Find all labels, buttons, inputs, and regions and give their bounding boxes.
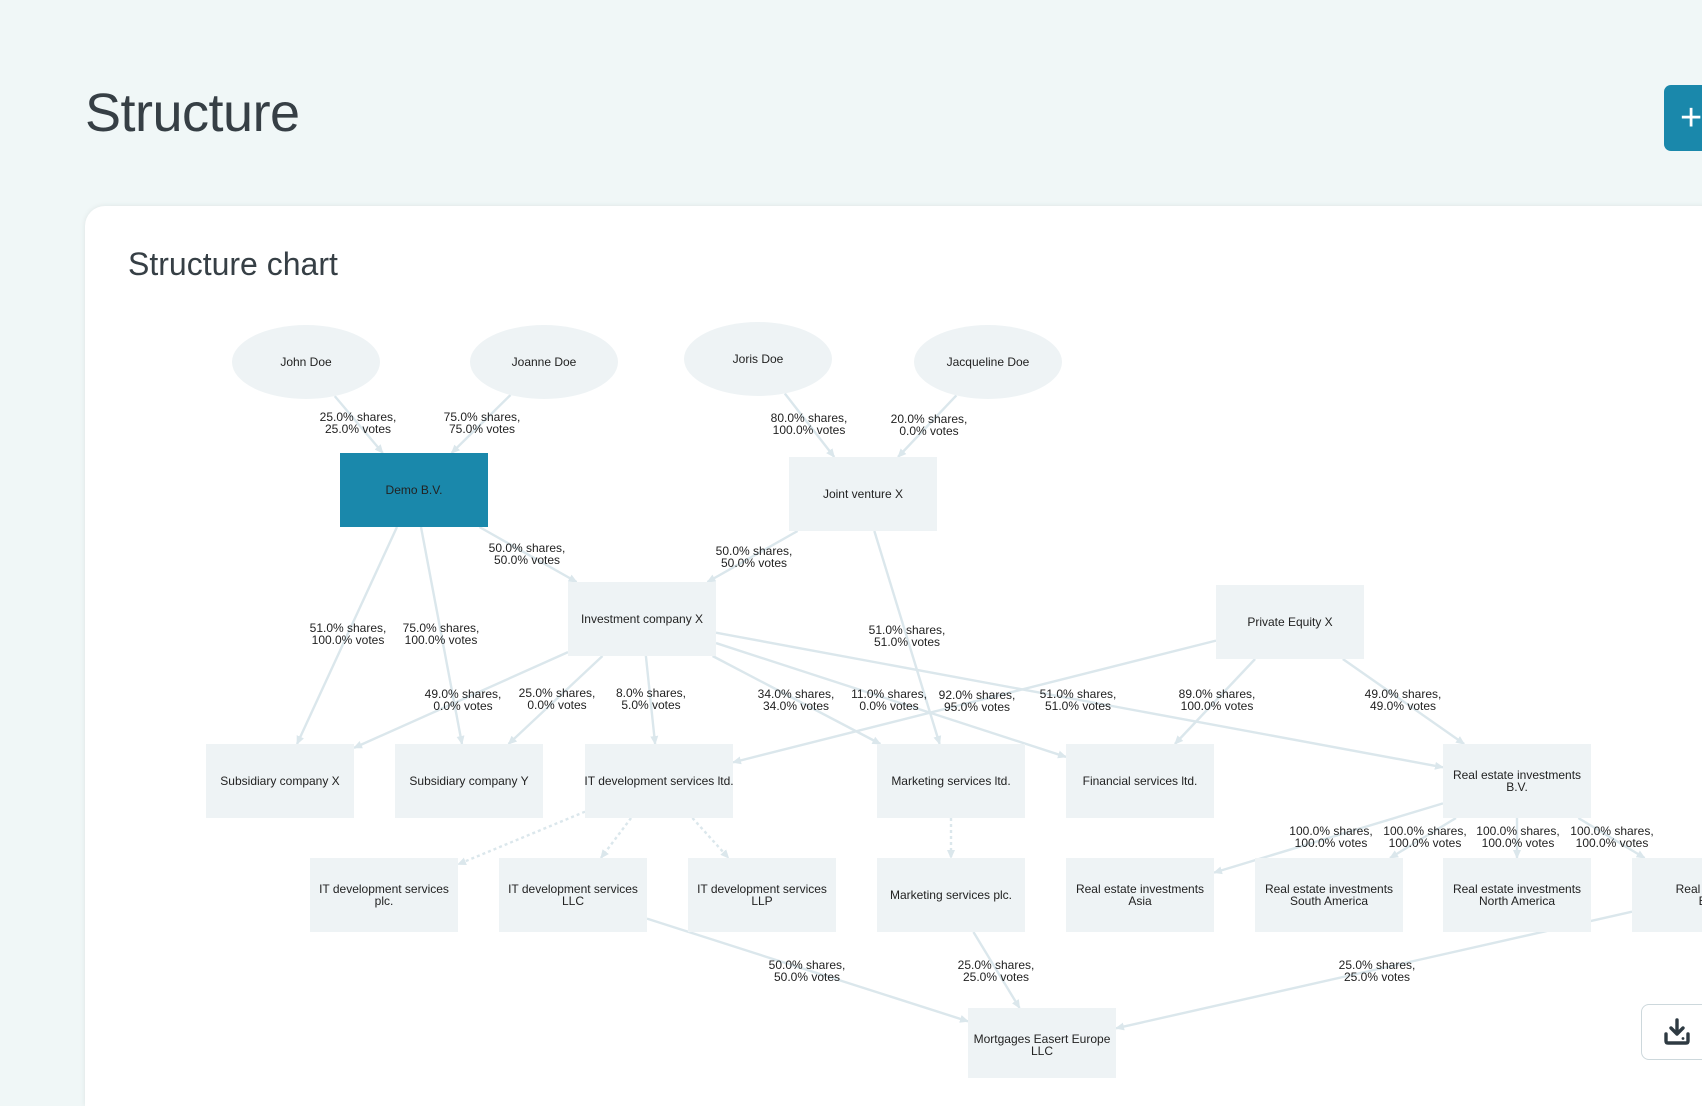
node-jacqueline[interactable]: Jacqueline Doe	[914, 325, 1062, 399]
download-icon	[1664, 1018, 1690, 1045]
node-demo[interactable]: Demo B.V.	[340, 453, 488, 527]
edge-label-demo-to-inv: 50.0% shares, 50.0% votes	[489, 541, 566, 567]
node-label-joanne: Joanne Doe	[512, 355, 577, 369]
node-label-jv: Joint venture X	[823, 487, 903, 501]
edge-label-reeu-to-mortg: 25.0% shares, 25.0% votes	[1339, 958, 1416, 984]
node-label-jacqueline: Jacqueline Doe	[947, 355, 1030, 369]
edge-label-rebv-to-reasia: 100.0% shares, 100.0% votes	[1289, 824, 1372, 850]
edge-itltd-to-itllp	[691, 817, 730, 859]
download-button[interactable]	[1641, 1004, 1702, 1060]
node-label-inv: Investment company X	[581, 612, 703, 626]
node-resa[interactable]: Real estate investments South America	[1255, 858, 1403, 932]
edge-label-jv-to-inv: 50.0% shares, 50.0% votes	[716, 544, 793, 570]
edge-label-inv-to-finltd: 11.0% shares, 0.0% votes	[851, 687, 927, 713]
node-label-pe: Private Equity X	[1247, 615, 1332, 629]
edge-itltd-to-itllc	[599, 817, 633, 859]
node-mktltd[interactable]: Marketing services ltd.	[877, 744, 1025, 818]
edge-itltd-to-itplc	[457, 810, 586, 866]
node-finltd[interactable]: Financial services ltd.	[1066, 744, 1214, 818]
node-label-itltd: IT development services ltd.	[584, 774, 733, 788]
node-rena[interactable]: Real estate investments North America	[1443, 858, 1591, 932]
node-label-mktltd: Marketing services ltd.	[891, 774, 1010, 788]
node-itllc[interactable]: IT development services LLC	[499, 858, 647, 932]
edge-label-inv-to-itltd: 8.0% shares, 5.0% votes	[616, 686, 686, 712]
node-label-mktplc: Marketing services plc.	[890, 888, 1012, 902]
edge-label-pe-to-itltd: 92.0% shares, 95.0% votes	[939, 688, 1016, 714]
edge-label-rebv-to-resa: 100.0% shares, 100.0% votes	[1383, 824, 1466, 850]
edge-label-jv-to-mktltd: 51.0% shares, 51.0% votes	[869, 623, 946, 649]
node-label-subx: Subsidiary company X	[220, 774, 339, 788]
node-reeu[interactable]: Real estateEu	[1632, 858, 1702, 932]
edge-label-rebv-to-rena: 100.0% shares, 100.0% votes	[1476, 824, 1559, 850]
node-itllp[interactable]: IT development services LLP	[688, 858, 836, 932]
node-mktplc[interactable]: Marketing services plc.	[877, 858, 1025, 932]
node-rebv[interactable]: Real estate investments B.V.	[1443, 744, 1591, 818]
node-reasia[interactable]: Real estate investments Asia	[1066, 858, 1214, 932]
node-label-demo: Demo B.V.	[386, 483, 443, 497]
node-suby[interactable]: Subsidiary company Y	[395, 744, 543, 818]
node-itltd[interactable]: IT development services ltd.	[584, 744, 734, 818]
node-label-joris: Joris Doe	[733, 352, 784, 366]
edge-label-itllc-to-mortg: 50.0% shares, 50.0% votes	[769, 958, 846, 984]
edge-label-john-to-demo: 25.0% shares, 25.0% votes	[320, 410, 397, 436]
edge-label-joanne-to-demo: 75.0% shares, 75.0% votes	[444, 410, 521, 436]
edge-label-joris-to-jv: 80.0% shares, 100.0% votes	[771, 411, 848, 437]
edge-label-pe-to-finltd: 89.0% shares, 100.0% votes	[1179, 687, 1256, 713]
node-inv[interactable]: Investment company X	[568, 582, 716, 656]
node-itplc[interactable]: IT development services plc.	[310, 858, 458, 932]
edge-label-inv-to-mktltd: 34.0% shares, 34.0% votes	[758, 687, 835, 713]
node-john[interactable]: John Doe	[232, 325, 380, 399]
edge-label-inv-to-suby: 25.0% shares, 0.0% votes	[519, 686, 596, 712]
node-label-finltd: Financial services ltd.	[1083, 774, 1198, 788]
edge-label-demo-to-suby: 75.0% shares, 100.0% votes	[403, 621, 480, 647]
edge-label-rebv-to-reeu: 100.0% shares, 100.0% votes	[1570, 824, 1653, 850]
node-joris[interactable]: Joris Doe	[684, 322, 832, 396]
node-mortg[interactable]: Mortgages Easert Europe LLC	[968, 1008, 1116, 1078]
edge-label-inv-to-rebv: 51.0% shares, 51.0% votes	[1040, 687, 1117, 713]
node-jv[interactable]: Joint venture X	[789, 457, 937, 531]
edge-label-mktplc-to-mortg: 25.0% shares, 25.0% votes	[958, 958, 1035, 984]
node-subx[interactable]: Subsidiary company X	[206, 744, 354, 818]
edge-label-pe-to-rebv: 49.0% shares, 49.0% votes	[1365, 687, 1442, 713]
node-label-john: John Doe	[280, 355, 332, 369]
structure-chart: John Doe Joanne Doe Joris Doe Jacqueline Do…	[206, 322, 1702, 1078]
edge-label-jacqueline-to-jv: 20.0% shares, 0.0% votes	[891, 412, 968, 438]
edge-label-inv-to-subx: 49.0% shares, 0.0% votes	[425, 687, 502, 713]
edge-label-demo-to-subx: 51.0% shares, 100.0% votes	[310, 621, 387, 647]
node-label-suby: Subsidiary company Y	[409, 774, 528, 788]
node-joanne[interactable]: Joanne Doe	[470, 325, 618, 399]
node-pe[interactable]: Private Equity X	[1216, 585, 1364, 659]
